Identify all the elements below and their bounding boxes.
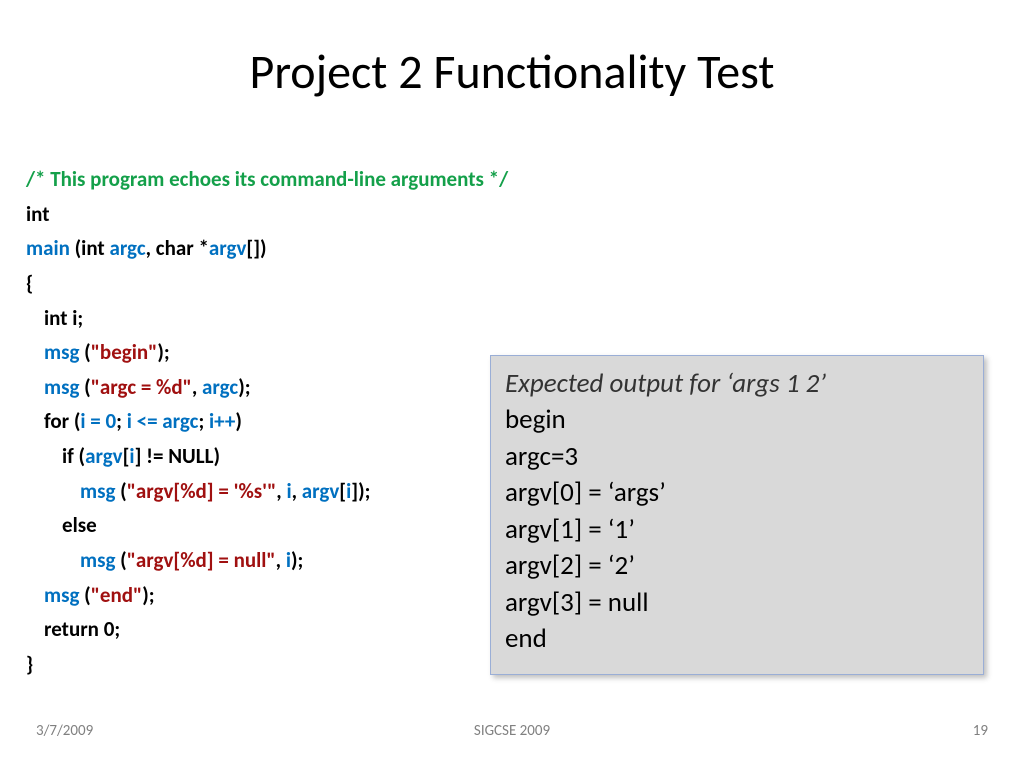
footer-date: 3/7/2009 [36, 722, 93, 740]
slide-title: Project 2 Functionality Test [0, 0, 1024, 111]
code-msg-begin: msg ("begin"); [26, 335, 496, 370]
code-int: int [26, 197, 496, 232]
code-msg-end: msg ("end"); [26, 578, 496, 613]
output-title: Expected output for ‘args 1 2’ [505, 366, 969, 402]
code-int-i: int i; [26, 301, 496, 336]
code-block: /* This program echoes its command-line … [26, 162, 496, 682]
code-for: for (i = 0; i <= argc; i++) [26, 404, 496, 439]
output-line: argc=3 [505, 439, 969, 475]
code-brace-close: } [26, 647, 496, 682]
code-else: else [26, 508, 496, 543]
footer-venue: SIGCSE 2009 [474, 722, 550, 740]
output-line: begin [505, 402, 969, 438]
code-msg-argv-null: msg ("argv[%d] = null", i); [26, 543, 496, 578]
code-brace-open: { [26, 266, 496, 301]
output-line: argv[3] = null [505, 585, 969, 621]
footer-page-number: 19 [973, 722, 988, 740]
output-line: argv[2] = ‘2’ [505, 548, 969, 584]
expected-output-box: Expected output for ‘args 1 2’ begin arg… [490, 355, 984, 675]
code-if: if (argv[i] != NULL) [26, 439, 496, 474]
code-main-signature: main (int argc, char *argv[]) [26, 231, 496, 266]
slide: Project 2 Functionality Test /* This pro… [0, 0, 1024, 768]
code-msg-argv-idx: msg ("argv[%d] = '%s'", i, argv[i]); [26, 474, 496, 509]
code-msg-argc: msg ("argc = %d", argc); [26, 370, 496, 405]
output-line: argv[0] = ‘args’ [505, 475, 969, 511]
code-return: return 0; [26, 612, 496, 647]
code-comment: /* This program echoes its command-line … [26, 162, 496, 197]
output-line: argv[1] = ‘1’ [505, 512, 969, 548]
slide-footer: 3/7/2009 SIGCSE 2009 19 [0, 722, 1024, 750]
output-line: end [505, 621, 969, 657]
